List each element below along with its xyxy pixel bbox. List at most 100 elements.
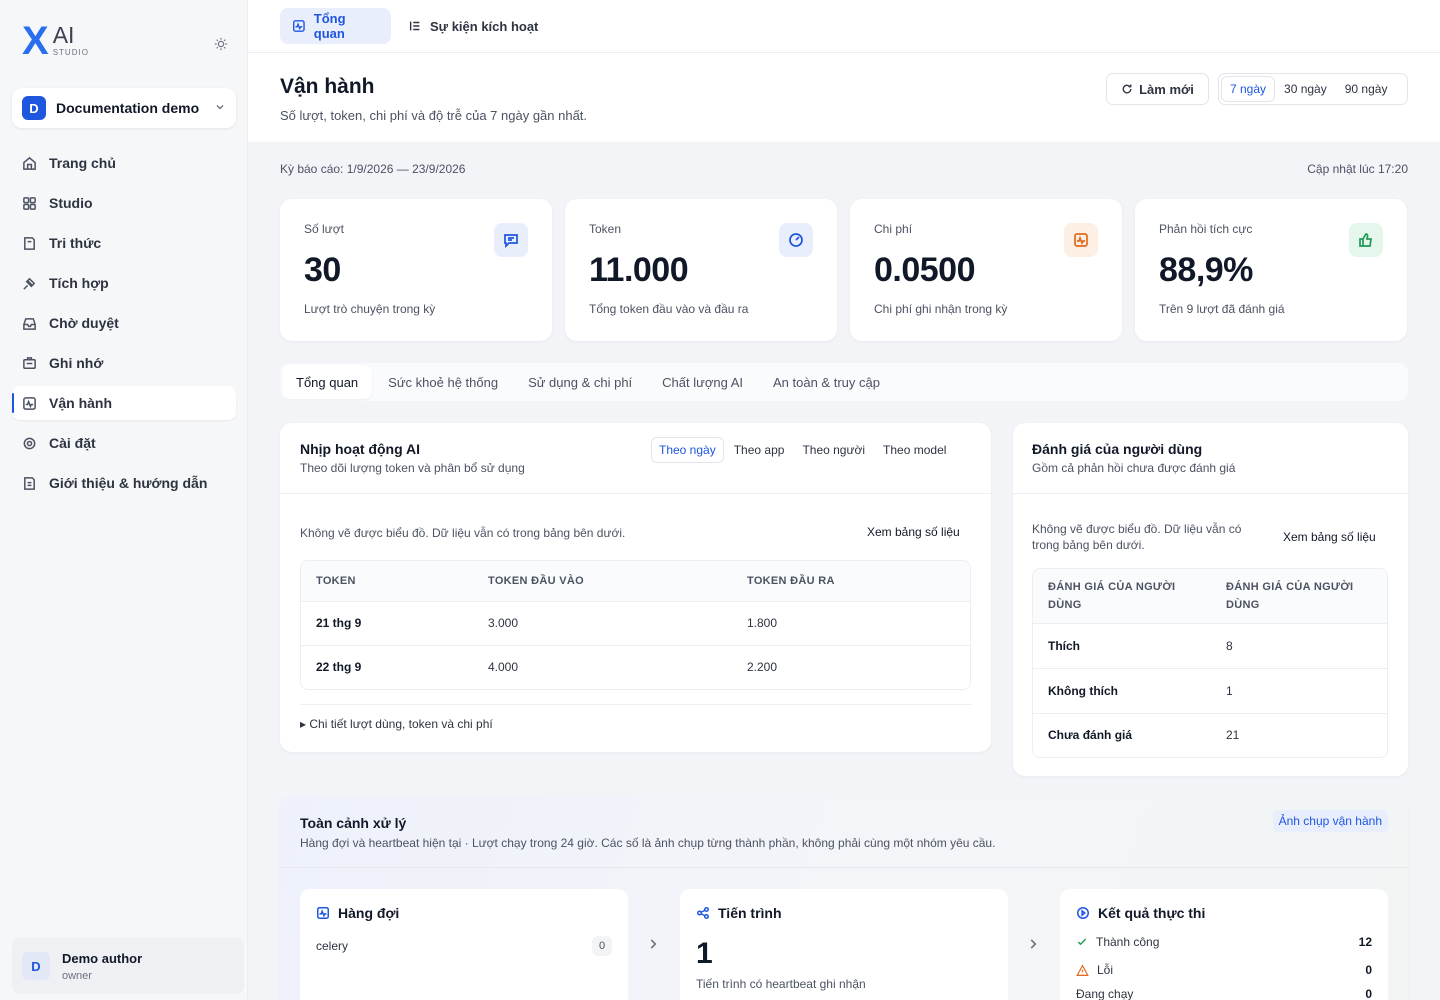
report-period: Kỳ báo cáo: 1/9/2026 — 23/9/2026 <box>280 162 466 176</box>
section-tabs: Tổng quan Sức khoẻ hệ thống Sử dụng & ch… <box>280 363 1408 401</box>
book-icon <box>24 236 35 250</box>
card-subtitle: Gồm cả phản hồi chưa được đánh giá <box>1032 461 1236 475</box>
sidebar-item-integrations[interactable]: Tích hợp <box>12 266 236 300</box>
group-by-day[interactable]: Theo ngày <box>652 438 723 462</box>
sidebar-item-label: Cài đặt <box>49 435 96 451</box>
table-row: Thích 8 <box>1033 622 1387 668</box>
range-7-days[interactable]: 7 ngày <box>1222 77 1275 101</box>
chevron-right-icon <box>1026 937 1042 953</box>
table-row: Không thích 1 <box>1033 667 1387 713</box>
sidebar-item-pending[interactable]: Chờ duyệt <box>12 306 236 340</box>
execution-results-card: Kết quả thực thi Thành công 12 Lỗi 0 Đan… <box>1060 889 1388 1000</box>
feedback-table: ĐÁNH GIÁ CỦA NGƯỜI DÙNG ĐÁNH GIÁ CỦA NGƯ… <box>1032 568 1388 758</box>
sidebar-item-memory[interactable]: Ghi nhớ <box>12 346 236 380</box>
sidebar-item-label: Ghi nhớ <box>49 355 104 371</box>
sidebar-nav: Trang chủ Studio Tri thức Tích hợp Chờ d… <box>12 146 236 506</box>
operations-snapshot-badge[interactable]: Ảnh chụp vận hành <box>1272 810 1388 832</box>
inbox-icon <box>23 317 36 330</box>
sidebar-item-home[interactable]: Trang chủ <box>12 146 236 180</box>
user-menu[interactable]: D Demo author owner <box>12 938 244 994</box>
chevron-down-icon <box>214 101 226 116</box>
group-by-user[interactable]: Theo người <box>795 438 872 462</box>
sidebar-item-studio[interactable]: Studio <box>12 186 236 220</box>
range-30-days[interactable]: 30 ngày <box>1276 77 1335 101</box>
logo-name: AI <box>52 22 75 48</box>
activity-icon <box>293 20 305 32</box>
chat-icon <box>494 223 528 257</box>
card-subtitle: Theo dõi lượng token và phân bổ sử dụng <box>300 461 525 475</box>
table-row: 22 thg 9 4.000 2.200 <box>301 644 970 689</box>
sidebar-item-label: Giới thiệu & hướng dẫn <box>49 475 208 491</box>
process-desc: Tiến trình có heartbeat ghi nhận <box>696 977 866 991</box>
view-data-table-link[interactable]: Xem bảng số liệu <box>1283 530 1376 544</box>
last-updated: Cập nhật lúc 17:20 <box>1307 162 1408 176</box>
tab-section-health[interactable]: Sức khoẻ hệ thống <box>374 365 512 399</box>
card-subtitle: Hàng đợi và heartbeat hiện tại · Lượt ch… <box>300 836 996 850</box>
theme-toggle-sun-icon[interactable] <box>210 33 232 55</box>
tab-section-overview[interactable]: Tổng quan <box>282 365 373 399</box>
sidebar-item-label: Vận hành <box>49 395 113 411</box>
chart-fallback-note: Không vẽ được biểu đồ. Dữ liệu vẫn có tr… <box>300 526 626 540</box>
page-subtitle: Số lượt, token, chi phí và độ trễ của 7 … <box>280 108 588 123</box>
table-row: 21 thg 9 3.000 1.800 <box>301 600 970 645</box>
result-row-success: Thành công 12 <box>1076 935 1372 949</box>
workspace-avatar: D <box>22 96 46 120</box>
kpi-value: 88,9% <box>1159 251 1253 289</box>
warning-icon <box>1076 963 1089 976</box>
group-by-app[interactable]: Theo app <box>727 438 792 462</box>
sidebar-item-knowledge[interactable]: Tri thức <box>12 226 236 260</box>
tab-overview[interactable]: Tổng quan <box>280 8 391 44</box>
tab-section-security[interactable]: An toàn & truy cập <box>759 365 894 399</box>
memory-icon <box>23 356 36 369</box>
sidebar-item-guide[interactable]: Giới thiệu & hướng dẫn <box>12 466 236 500</box>
refresh-button[interactable]: Làm mới <box>1106 73 1209 105</box>
process-card: Tiến trình 1 Tiến trình có heartbeat ghi… <box>680 889 1008 1000</box>
activity-grouping-selector: Theo ngày Theo app Theo người Theo model <box>652 438 953 462</box>
list-icon <box>409 21 420 31</box>
workspace-name: Documentation demo <box>56 100 200 116</box>
gauge-icon <box>779 223 813 257</box>
card-title: Nhịp hoạt động AI <box>300 441 421 457</box>
sidebar-item-label: Trang chủ <box>49 155 116 171</box>
group-by-model[interactable]: Theo model <box>876 438 953 462</box>
logo-sub: STUDIO <box>52 48 89 57</box>
tab-section-ai-quality[interactable]: Chất lượng AI <box>648 365 757 399</box>
user-name: Demo author <box>62 950 143 966</box>
sidebar-item-label: Studio <box>49 195 93 211</box>
page-header: Vận hành Số lượt, token, chi phí và độ t… <box>248 53 1440 142</box>
date-range-selector: 7 ngày 30 ngày 90 ngày <box>1218 73 1408 105</box>
play-circle-icon <box>1077 907 1089 919</box>
activity-icon <box>317 907 329 919</box>
workspace-switcher[interactable]: D Documentation demo <box>12 88 236 128</box>
kpi-value: 0.0500 <box>874 251 976 289</box>
page-title: Vận hành <box>280 75 375 98</box>
activity-icon <box>23 396 36 410</box>
sidebar-item-label: Tích hợp <box>49 275 109 291</box>
logo-mark: X <box>22 19 49 63</box>
brand-logo[interactable]: X AI STUDIO <box>22 19 89 63</box>
kpi-card-tokens: Token 11.000 Tổng token đầu vào và đầu r… <box>565 199 837 341</box>
view-data-table-link[interactable]: Xem bảng số liệu <box>867 525 960 539</box>
sidebar: X AI STUDIO D Documentation demo Trang c… <box>0 0 248 1000</box>
home-icon <box>23 156 36 170</box>
avatar: D <box>22 952 50 980</box>
usage-details-toggle[interactable]: ▸ Chi tiết lượt dùng, token và chi phí <box>300 717 493 731</box>
top-tabs: Tổng quan Sự kiện kích hoạt <box>248 0 1440 53</box>
result-row-running: Đang chạy 0 <box>1076 987 1372 1000</box>
user-role: owner <box>62 969 92 982</box>
sidebar-item-operations[interactable]: Vận hành <box>12 386 236 420</box>
tab-section-usage-cost[interactable]: Sử dụng & chi phí <box>514 365 646 399</box>
card-title: Toàn cảnh xử lý <box>300 815 407 831</box>
kpi-value: 11.000 <box>589 251 689 289</box>
range-90-days[interactable]: 90 ngày <box>1337 77 1396 101</box>
tab-trigger-events[interactable]: Sự kiện kích hoạt <box>396 8 550 44</box>
sidebar-item-settings[interactable]: Cài đặt <box>12 426 236 460</box>
pulse-icon <box>1064 223 1098 257</box>
card-title: Đánh giá của người dùng <box>1032 441 1203 457</box>
queue-card: Hàng đợi celery 0 <box>300 889 628 1000</box>
queue-count-badge: 0 <box>592 936 612 956</box>
check-icon <box>1077 938 1087 946</box>
activity-card: Nhịp hoạt động AI Theo dõi lượng token v… <box>280 423 991 752</box>
queue-row: celery 0 <box>316 936 612 956</box>
disclosure-triangle-icon: ▸ <box>300 717 307 731</box>
